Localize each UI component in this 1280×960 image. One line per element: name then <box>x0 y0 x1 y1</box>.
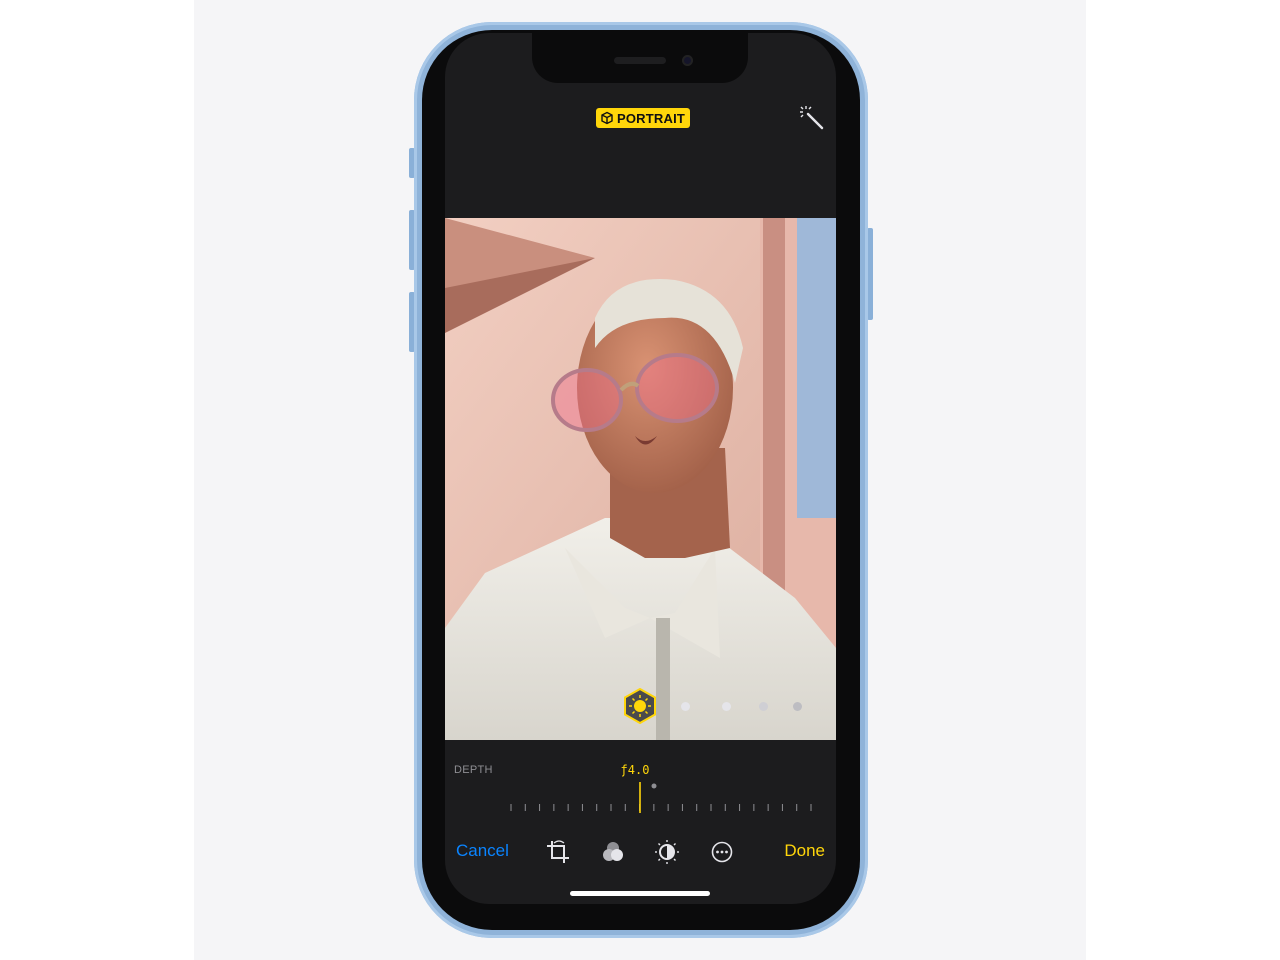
default-depth-marker <box>651 783 657 789</box>
magic-wand-icon[interactable] <box>798 104 826 132</box>
filters-icon[interactable] <box>600 839 626 865</box>
aperture-value: ƒ4.0 <box>620 763 650 777</box>
adjust-icon[interactable] <box>654 839 680 865</box>
portrait-photo <box>445 218 836 740</box>
portrait-badge[interactable]: PORTRAIT <box>596 108 691 128</box>
phone-screen: PORTRAIT DEPTH ƒ4.0 Cancel Done <box>445 33 836 904</box>
depth-label: DEPTH <box>454 764 493 776</box>
more-icon[interactable] <box>709 839 735 865</box>
contour-light-option[interactable] <box>722 702 731 711</box>
crop-rotate-icon[interactable] <box>545 839 571 865</box>
lighting-selector[interactable] <box>445 688 836 728</box>
cube-icon <box>601 111 613 125</box>
earpiece-speaker <box>614 57 666 64</box>
edit-toolbar: Cancel Done <box>445 836 836 870</box>
cancel-button[interactable]: Cancel <box>456 841 509 861</box>
home-indicator[interactable] <box>570 891 710 896</box>
depth-slider[interactable] <box>445 778 836 818</box>
natural-light-icon[interactable] <box>623 688 657 724</box>
portrait-badge-label: PORTRAIT <box>617 110 686 126</box>
studio-light-option[interactable] <box>681 702 690 711</box>
notch <box>532 33 748 83</box>
front-camera <box>682 55 693 66</box>
portrait-photo-illustration <box>445 218 836 740</box>
stage-light-option[interactable] <box>759 702 768 711</box>
stage-light-mono-option[interactable] <box>793 702 802 711</box>
done-button[interactable]: Done <box>784 841 825 861</box>
